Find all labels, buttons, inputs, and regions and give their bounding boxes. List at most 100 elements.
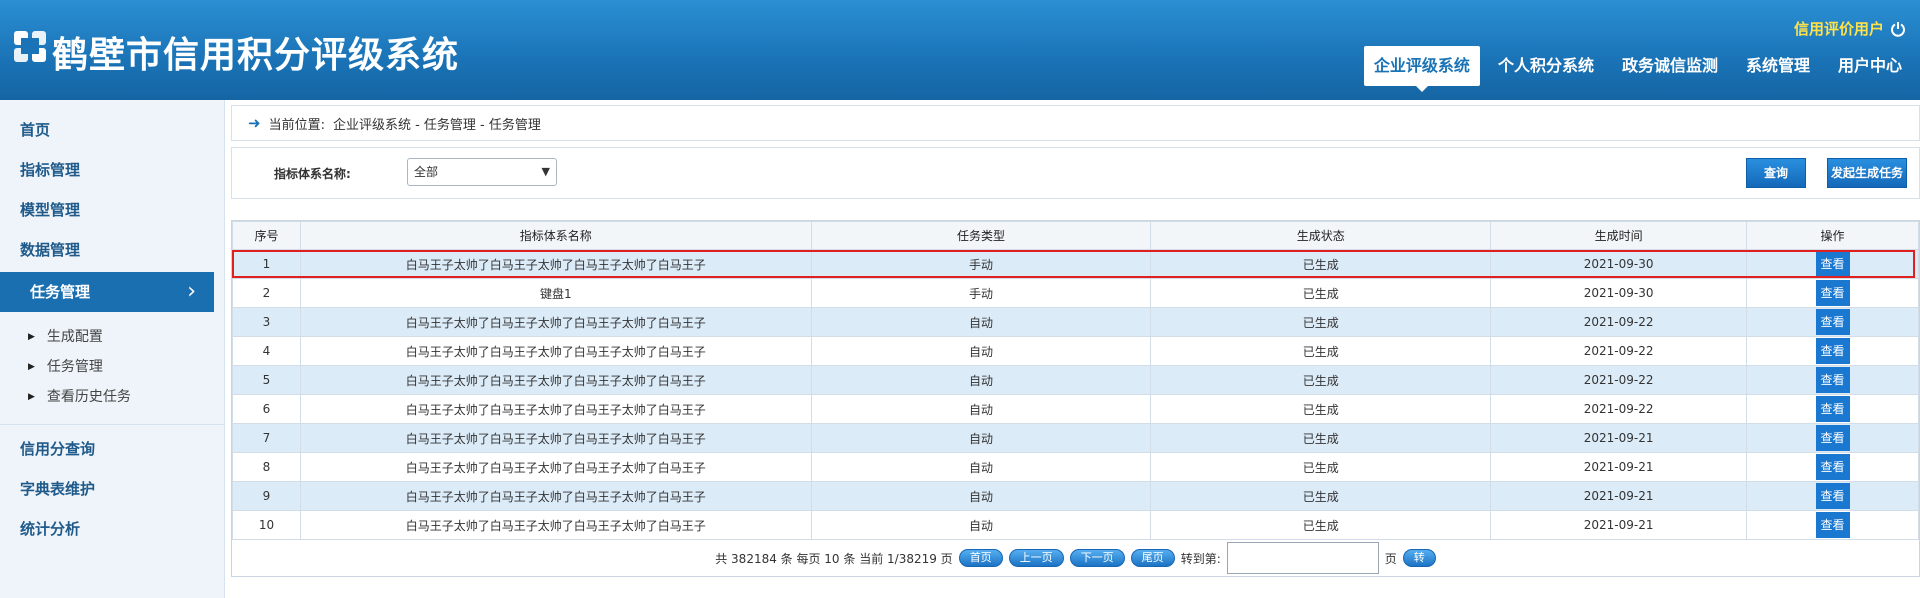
nav-system-management[interactable]: 系统管理 — [1736, 46, 1820, 86]
sidebar-item-statistics[interactable]: 统计分析 — [0, 509, 224, 549]
view-button[interactable]: 查看 — [1815, 338, 1850, 364]
sidebar: 首页 指标管理 模型管理 数据管理 任务管理 › ▶ 生成配置 ▶ 任务管理 ▶… — [0, 100, 225, 598]
user-area: 信用评价用户 — [1794, 18, 1906, 39]
table-row: 4 白马王子太帅了白马王子太帅了白马王子太帅了白马王子 自动 已生成 2021-09-2… — [232, 336, 1919, 366]
table-row: 10 白马王子太帅了白马王子太帅了白马王子太帅了白马王子 自动 已生成 2021-09-… — [232, 510, 1919, 540]
view-button[interactable]: 查看 — [1815, 483, 1850, 509]
table-row: 7 白马王子太帅了白马王子太帅了白马王子太帅了白马王子 自动 已生成 2021-09-2… — [232, 423, 1919, 453]
cell-index: 7 — [232, 423, 301, 453]
first-page-button[interactable]: 首页 — [958, 549, 1003, 567]
indicator-system-select[interactable]: 全部 ▼ — [407, 158, 557, 186]
task-table: 序号 指标体系名称 任务类型 生成状态 生成时间 操作 1 白马王子太帅了白马王子… — [231, 220, 1920, 577]
view-button[interactable]: 查看 — [1815, 251, 1850, 277]
cell-indicator-system: 白马王子太帅了白马王子太帅了白马王子太帅了白马王子 — [299, 423, 812, 453]
triangle-right-icon: ▶ — [28, 332, 35, 342]
cell-time: 2021-09-21 — [1490, 452, 1748, 482]
nav-user-center[interactable]: 用户中心 — [1828, 46, 1912, 86]
cell-status: 已生成 — [1150, 278, 1492, 308]
sidebar-sub-list: ▶ 生成配置 ▶ 任务管理 ▶ 查看历史任务 — [0, 314, 224, 420]
nav-enterprise-rating[interactable]: 企业评级系统 — [1363, 46, 1480, 92]
cell-indicator-system: 白马王子太帅了白马王子太帅了白马王子太帅了白马王子 — [299, 249, 812, 279]
cell-time: 2021-09-22 — [1490, 336, 1748, 366]
table-row: 8 白马王子太帅了白马王子太帅了白马王子太帅了白马王子 自动 已生成 2021-09-2… — [232, 452, 1919, 482]
sidebar-item-model[interactable]: 模型管理 — [0, 190, 224, 230]
sidebar-subitem-label: 生成配置 — [46, 329, 103, 345]
col-header-action: 操作 — [1746, 221, 1919, 250]
view-button[interactable]: 查看 — [1815, 425, 1850, 451]
col-header-task-type: 任务类型 — [810, 221, 1152, 250]
sidebar-subitem-task-management[interactable]: ▶ 任务管理 — [28, 352, 224, 382]
create-task-button[interactable]: 发起生成任务 — [1827, 158, 1907, 188]
indicator-system-label: 指标体系名称: — [274, 167, 351, 181]
query-button[interactable]: 查询 — [1746, 158, 1806, 188]
cell-time: 2021-09-22 — [1490, 394, 1748, 424]
view-button[interactable]: 查看 — [1815, 454, 1850, 480]
cell-status: 已生成 — [1150, 336, 1492, 366]
cell-indicator-system: 白马王子太帅了白马王子太帅了白马王子太帅了白马王子 — [299, 336, 812, 366]
view-button[interactable]: 查看 — [1815, 280, 1850, 306]
pager-summary: 共 382184 条 每页 10 条 当前 1/38219 页 — [715, 551, 953, 566]
goto-label: 转到第: — [1180, 551, 1221, 566]
view-button[interactable]: 查看 — [1815, 367, 1850, 393]
table-row: 5 白马王子太帅了白马王子太帅了白马王子太帅了白马王子 自动 已生成 2021-09-2… — [232, 365, 1919, 395]
power-icon[interactable] — [1890, 21, 1906, 37]
cell-status: 已生成 — [1150, 452, 1492, 482]
cell-action: 查看 — [1746, 336, 1919, 366]
sidebar-subitem-label: 查看历史任务 — [46, 389, 131, 405]
go-button[interactable]: 转 — [1402, 549, 1436, 567]
cell-index: 6 — [232, 394, 301, 424]
sidebar-item-indicator[interactable]: 指标管理 — [0, 150, 224, 190]
cell-status: 已生成 — [1150, 510, 1492, 540]
cell-time: 2021-09-21 — [1490, 481, 1748, 511]
filter-bar: 指标体系名称: 全部 ▼ 查询 发起生成任务 — [231, 147, 1920, 199]
sidebar-subitem-history[interactable]: ▶ 查看历史任务 — [28, 382, 224, 412]
cell-task-type: 自动 — [810, 336, 1152, 366]
cell-index: 5 — [232, 365, 301, 395]
cell-task-type: 自动 — [810, 452, 1152, 482]
nav-personal-points[interactable]: 个人积分系统 — [1488, 46, 1604, 86]
last-page-button[interactable]: 尾页 — [1130, 549, 1175, 567]
cell-action: 查看 — [1746, 365, 1919, 395]
next-page-button[interactable]: 下一页 — [1069, 549, 1125, 567]
sidebar-item-task-management[interactable]: 任务管理 › — [0, 272, 214, 312]
goto-page-input[interactable] — [1226, 542, 1379, 574]
cell-time: 2021-09-22 — [1490, 307, 1748, 337]
view-button[interactable]: 查看 — [1815, 396, 1850, 422]
arrow-right-icon: ➜ — [248, 114, 261, 132]
cell-action: 查看 — [1746, 452, 1919, 482]
table-row: 2 键盘1 手动 已生成 2021-09-30 查看 — [232, 278, 1919, 308]
cell-time: 2021-09-21 — [1490, 510, 1748, 540]
sidebar-item-home[interactable]: 首页 — [0, 110, 224, 150]
top-nav: 企业评级系统 个人积分系统 政务诚信监测 系统管理 用户中心 — [1363, 46, 1920, 92]
cell-action: 查看 — [1746, 423, 1919, 453]
user-name[interactable]: 信用评价用户 — [1794, 18, 1884, 39]
table-row: 1 白马王子太帅了白马王子太帅了白马王子太帅了白马王子 手动 已生成 2021-09-3… — [232, 249, 1919, 279]
sidebar-item-data[interactable]: 数据管理 — [0, 230, 224, 270]
cell-index: 2 — [232, 278, 301, 308]
cell-indicator-system: 白马王子太帅了白马王子太帅了白马王子太帅了白马王子 — [299, 365, 812, 395]
view-button[interactable]: 查看 — [1815, 512, 1850, 538]
cell-indicator-system: 白马王子太帅了白马王子太帅了白马王子太帅了白马王子 — [299, 510, 812, 540]
cell-indicator-system: 白马王子太帅了白马王子太帅了白马王子太帅了白马王子 — [299, 394, 812, 424]
table-body: 1 白马王子太帅了白马王子太帅了白马王子太帅了白马王子 手动 已生成 2021-09-3… — [232, 249, 1919, 540]
cell-task-type: 手动 — [810, 249, 1152, 279]
sidebar-item-dictionary[interactable]: 字典表维护 — [0, 469, 224, 509]
col-header-index: 序号 — [232, 221, 301, 250]
page-unit-label: 页 — [1384, 551, 1397, 566]
cell-time: 2021-09-22 — [1490, 365, 1748, 395]
sidebar-item-credit-query[interactable]: 信用分查询 — [0, 429, 224, 469]
sidebar-subitem-generate-config[interactable]: ▶ 生成配置 — [28, 322, 224, 352]
col-header-status: 生成状态 — [1150, 221, 1492, 250]
prev-page-button[interactable]: 上一页 — [1008, 549, 1064, 567]
breadcrumb-path: 企业评级系统 - 任务管理 - 任务管理 — [332, 117, 541, 133]
view-button[interactable]: 查看 — [1815, 309, 1850, 335]
cell-task-type: 自动 — [810, 394, 1152, 424]
cell-status: 已生成 — [1150, 423, 1492, 453]
cell-index: 10 — [232, 510, 301, 540]
cell-indicator-system: 白马王子太帅了白马王子太帅了白马王子太帅了白马王子 — [299, 481, 812, 511]
cell-time: 2021-09-21 — [1490, 423, 1748, 453]
sidebar-item-label: 任务管理 — [30, 283, 91, 301]
nav-gov-integrity[interactable]: 政务诚信监测 — [1612, 46, 1728, 86]
table-row: 6 白马王子太帅了白马王子太帅了白马王子太帅了白马王子 自动 已生成 2021-09-2… — [232, 394, 1919, 424]
chevron-down-icon: ▼ — [541, 165, 550, 178]
